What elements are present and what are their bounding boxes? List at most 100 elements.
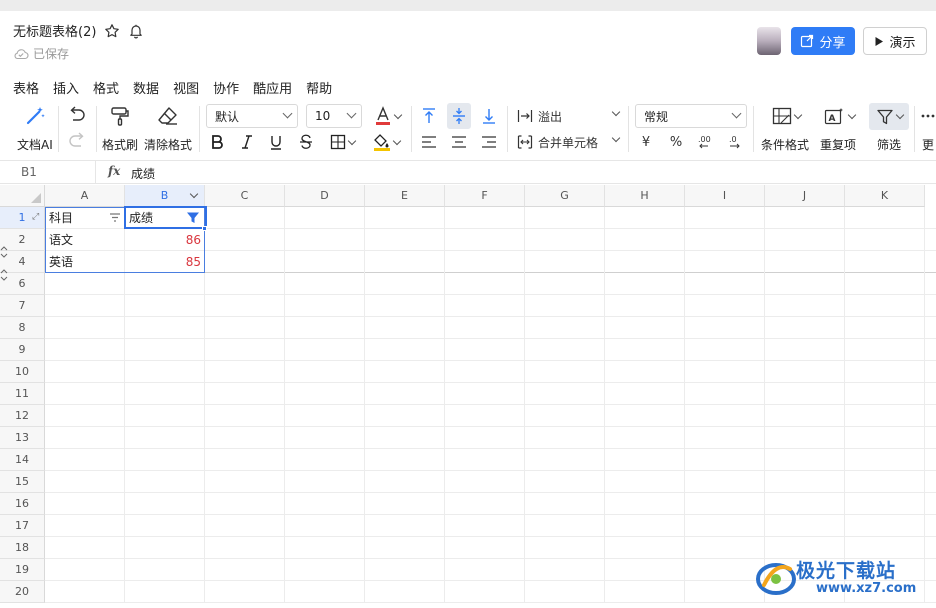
menu-item-collaborate[interactable]: 协作 <box>206 78 246 98</box>
cell-reference[interactable]: B1 <box>21 165 37 179</box>
cell-a2[interactable]: 语文 <box>49 229 121 250</box>
font-size-select[interactable]: 10 <box>306 104 362 128</box>
format-painter-icon[interactable] <box>108 104 132 128</box>
row-header-17[interactable]: 17 <box>0 515 45 537</box>
conditional-format-button[interactable] <box>768 104 804 128</box>
menu-item-insert[interactable]: 插入 <box>46 78 86 98</box>
column-header-c[interactable]: C <box>205 185 285 207</box>
watermark-text: 极光下载站 <box>796 560 897 582</box>
italic-icon[interactable] <box>237 132 257 152</box>
row-header-20[interactable]: 20 <box>0 581 45 603</box>
text-overflow-select[interactable]: 溢出 <box>517 105 623 127</box>
bold-icon[interactable] <box>207 132 227 152</box>
redo-icon[interactable] <box>66 130 88 152</box>
row-header-16[interactable]: 16 <box>0 493 45 515</box>
hidden-rows-toggle[interactable] <box>0 246 8 284</box>
currency-format-button[interactable]: ¥ <box>637 132 655 152</box>
star-icon[interactable] <box>104 23 120 39</box>
format-painter-label[interactable]: 格式刷 <box>102 136 138 153</box>
borders-button[interactable] <box>326 132 358 152</box>
underline-icon[interactable] <box>266 132 286 152</box>
grid-row-line <box>45 492 936 493</box>
grid-row-line <box>45 316 936 317</box>
watermark: 极光下载站 www.xz7.com <box>756 553 931 603</box>
align-center-icon[interactable] <box>449 132 469 152</box>
undo-icon[interactable] <box>66 104 88 126</box>
increase-decimal-icon[interactable]: .0 <box>725 132 745 152</box>
cond-format-label[interactable]: 条件格式 <box>761 136 809 153</box>
merge-cells-select[interactable]: 合并单元格 <box>517 132 623 152</box>
user-avatar[interactable] <box>757 27 781 55</box>
active-filter-icon[interactable] <box>186 211 200 228</box>
column-filter-icon[interactable] <box>109 212 121 227</box>
row-header-7[interactable]: 7 <box>0 295 45 317</box>
document-title[interactable]: 无标题表格(2) <box>13 21 96 40</box>
column-header-e[interactable]: E <box>365 185 445 207</box>
row-header-10[interactable]: 10 <box>0 361 45 383</box>
conditional-format-icon <box>772 107 791 125</box>
row-header-19[interactable]: 19 <box>0 559 45 581</box>
row-header-8[interactable]: 8 <box>0 317 45 339</box>
share-button[interactable]: 分享 <box>791 27 855 55</box>
align-top-icon[interactable] <box>419 105 439 127</box>
fill-color-button[interactable] <box>368 132 404 152</box>
menu-item-data[interactable]: 数据 <box>126 78 166 98</box>
row-header-13[interactable]: 13 <box>0 427 45 449</box>
grid-row-line <box>45 536 936 537</box>
merge-cells-icon <box>517 135 533 149</box>
column-header-a[interactable]: A <box>45 185 125 207</box>
font-name-select[interactable]: 默认 <box>206 104 298 128</box>
grid-column-line <box>364 207 365 603</box>
column-header-i[interactable]: I <box>685 185 765 207</box>
select-all-corner[interactable] <box>0 185 45 207</box>
duplicate-label[interactable]: 重复项 <box>820 136 856 153</box>
chevron-down-icon <box>847 110 856 119</box>
ai-wand-icon[interactable] <box>22 104 48 128</box>
menu-item-view[interactable]: 视图 <box>166 78 206 98</box>
bell-icon[interactable] <box>128 23 144 39</box>
column-header-d[interactable]: D <box>285 185 365 207</box>
align-left-icon[interactable] <box>419 132 439 152</box>
row-resize-icon[interactable]: ⤢ <box>32 212 39 222</box>
row-header-14[interactable]: 14 <box>0 449 45 471</box>
filter-label[interactable]: 筛选 <box>877 136 901 153</box>
duplicate-button[interactable]: A <box>821 104 857 128</box>
menu-item-table[interactable]: 表格 <box>0 78 46 98</box>
align-bottom-icon[interactable] <box>479 105 499 127</box>
column-header-g[interactable]: G <box>525 185 605 207</box>
column-header-k[interactable]: K <box>845 185 925 207</box>
more-label[interactable]: 更 <box>922 136 934 153</box>
toolbar: 文档AI 格式刷 清除格式 默认 10 溢出 合并单元格 常规 ¥ % .00 … <box>0 100 936 158</box>
row-header-12[interactable]: 12 <box>0 405 45 427</box>
column-header-h[interactable]: H <box>605 185 685 207</box>
row-header-11[interactable]: 11 <box>0 383 45 405</box>
align-middle-icon[interactable] <box>447 103 471 129</box>
fill-handle[interactable] <box>202 226 207 231</box>
column-header-j[interactable]: J <box>765 185 845 207</box>
row-header-15[interactable]: 15 <box>0 471 45 493</box>
present-button[interactable]: 演示 <box>863 27 927 55</box>
more-icon[interactable] <box>920 106 936 126</box>
menu-item-help[interactable]: 帮助 <box>299 78 339 98</box>
font-color-button[interactable] <box>369 105 405 127</box>
ai-label[interactable]: 文档AI <box>17 136 53 153</box>
spreadsheet-grid[interactable]: A B C D E F G H I J K 1 2 4 6 7 8 9 10 11 12 13 14 15 16 17 18 19 20… <box>0 185 936 608</box>
cell-a4[interactable]: 英语 <box>49 251 121 272</box>
eraser-icon[interactable] <box>155 104 181 128</box>
row-header-18[interactable]: 18 <box>0 537 45 559</box>
filter-button[interactable] <box>869 103 909 130</box>
strikethrough-icon[interactable] <box>296 132 316 152</box>
align-right-icon[interactable] <box>479 132 499 152</box>
column-header-f[interactable]: F <box>445 185 525 207</box>
cell-b4[interactable]: 85 <box>129 251 201 272</box>
formula-input[interactable]: 成绩 <box>131 165 155 182</box>
percent-format-button[interactable]: % <box>666 132 686 152</box>
clear-format-label[interactable]: 清除格式 <box>144 136 192 153</box>
save-status-text: 已保存 <box>33 47 70 61</box>
menu-item-format[interactable]: 格式 <box>86 78 126 98</box>
cell-b2[interactable]: 86 <box>129 229 201 250</box>
menu-item-apps[interactable]: 酷应用 <box>246 78 299 98</box>
number-format-select[interactable]: 常规 <box>635 104 747 128</box>
row-header-9[interactable]: 9 <box>0 339 45 361</box>
decrease-decimal-icon[interactable]: .00 <box>696 132 716 152</box>
